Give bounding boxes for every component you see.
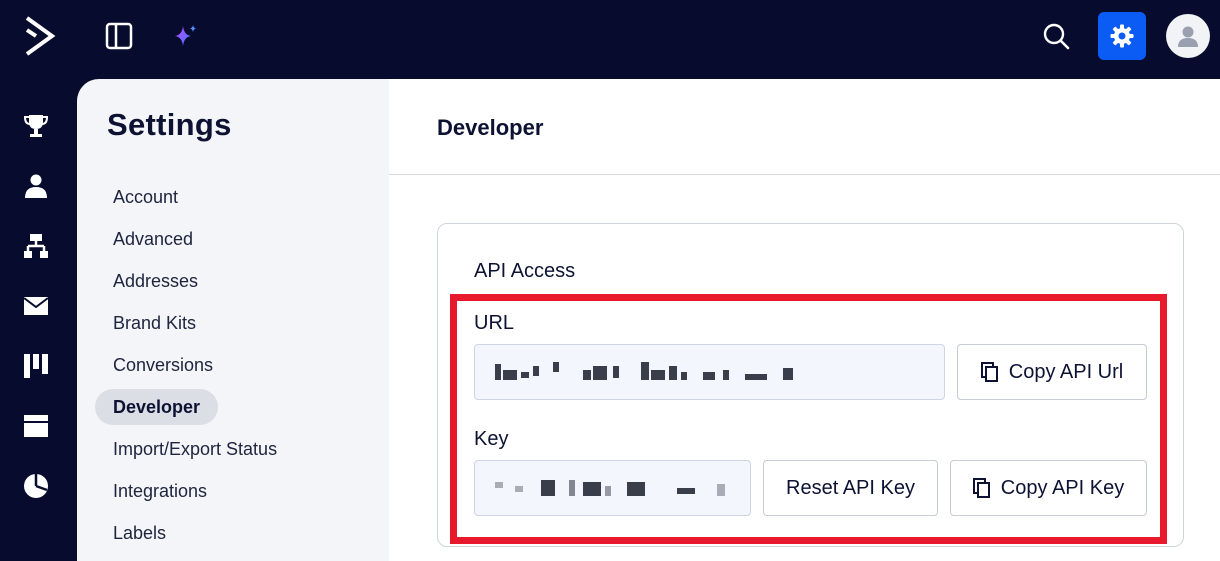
person-icon[interactable] (20, 170, 52, 202)
nav-item-import-export-status[interactable]: Import/Export Status (95, 431, 295, 467)
card-title: API Access (474, 260, 576, 282)
nav-item-integrations[interactable]: Integrations (95, 473, 225, 509)
page-title: Developer (437, 115, 544, 140)
trophy-icon[interactable] (20, 110, 52, 142)
hierarchy-icon[interactable] (20, 230, 52, 262)
gear-icon (1110, 24, 1134, 48)
nav-item-conversions[interactable]: Conversions (95, 347, 231, 383)
settings-sidebar: Settings Account Advanced Addresses Bran… (77, 79, 389, 561)
settings-title: Settings (107, 107, 232, 142)
nav-item-labels[interactable]: Labels (95, 515, 184, 551)
search-icon[interactable] (1040, 20, 1072, 52)
pie-chart-icon[interactable] (20, 470, 52, 502)
page-header: Developer (389, 79, 1220, 175)
envelope-icon[interactable] (20, 290, 52, 322)
nav-item-addresses[interactable]: Addresses (95, 263, 216, 299)
kanban-icon[interactable] (20, 350, 52, 382)
app-nav-rail (0, 79, 77, 561)
settings-nav: Account Advanced Addresses Brand Kits Co… (95, 179, 375, 557)
user-avatar-icon[interactable] (1166, 14, 1210, 58)
nav-item-developer[interactable]: Developer (95, 389, 219, 425)
settings-button[interactable] (1098, 12, 1146, 60)
nav-item-brand-kits[interactable]: Brand Kits (95, 305, 214, 341)
browser-window-icon[interactable] (20, 410, 52, 442)
nav-item-advanced[interactable]: Advanced (95, 221, 211, 257)
logo-icon[interactable] (22, 14, 56, 58)
nav-item-account[interactable]: Account (95, 179, 196, 215)
highlight-box (450, 294, 1167, 544)
sparkle-icon[interactable] (171, 22, 199, 50)
panel-toggle-icon[interactable] (103, 20, 135, 52)
top-bar (0, 0, 1220, 79)
